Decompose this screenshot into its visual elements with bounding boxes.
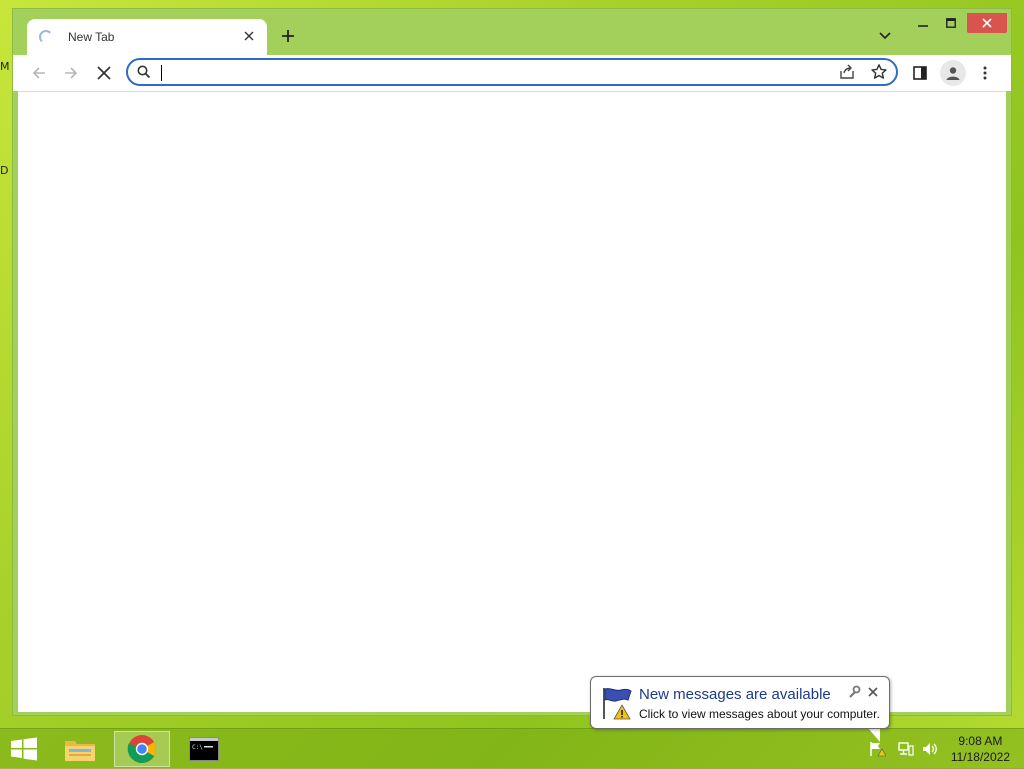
side-panel-button[interactable] [910, 63, 930, 83]
arrow-left-icon [32, 67, 45, 79]
svg-text:C:\: C:\ [192, 744, 203, 751]
tab-title: New Tab [68, 30, 115, 44]
desktop-icon-label-clipped: M [0, 60, 10, 73]
close-icon[interactable] [866, 685, 880, 699]
taskbar-chrome[interactable] [114, 731, 170, 767]
window-close-button[interactable] [967, 13, 1007, 33]
back-button[interactable] [29, 63, 49, 83]
new-tab-button[interactable] [277, 25, 299, 47]
taskbar-command-prompt[interactable]: C:\ [176, 731, 232, 767]
wrench-options-icon[interactable] [847, 685, 861, 699]
text-caret [161, 65, 162, 81]
tab-new-tab[interactable]: New Tab [27, 19, 267, 55]
maximize-icon [946, 18, 956, 28]
tab-close-button[interactable] [241, 28, 257, 44]
clock-date: 11/18/2022 [950, 750, 1010, 764]
chrome-icon [127, 735, 156, 763]
bookmark-star-icon[interactable] [870, 63, 888, 81]
terminal-icon: C:\ [189, 737, 219, 761]
browser-menu-button[interactable] [975, 63, 995, 83]
network-icon[interactable] [897, 741, 915, 757]
arrow-right-icon [65, 67, 78, 79]
address-bar[interactable] [126, 58, 898, 86]
profile-button[interactable] [940, 60, 966, 86]
notification-title: New messages are available [639, 686, 831, 703]
taskbar-file-explorer[interactable] [52, 731, 108, 767]
share-icon[interactable] [838, 63, 856, 81]
browser-window: New Tab [12, 8, 1012, 716]
maximize-button[interactable] [939, 13, 963, 33]
side-panel-icon [913, 66, 927, 80]
notification-text: Click to view messages about your comput… [639, 707, 880, 721]
close-icon [982, 18, 992, 28]
tab-search-button[interactable] [875, 26, 895, 46]
action-center-flag-icon [603, 688, 632, 720]
balloon-pointer [868, 728, 880, 742]
action-center-flag-warning-icon[interactable] [868, 741, 886, 757]
browser-toolbar [13, 55, 1011, 91]
close-icon [244, 31, 254, 41]
volume-icon[interactable] [921, 741, 939, 757]
forward-button[interactable] [61, 63, 81, 83]
search-icon [137, 65, 151, 79]
tab-strip: New Tab [13, 9, 1011, 55]
page-content[interactable] [18, 91, 1006, 712]
minimize-icon [918, 25, 928, 27]
stop-icon [97, 66, 111, 80]
start-button-windows-icon[interactable] [10, 737, 38, 761]
folder-icon [65, 741, 95, 761]
profile-avatar-icon [946, 67, 960, 80]
clock-time: 9:08 AM [958, 734, 1003, 748]
notification-balloon[interactable]: New messages are available Click to view… [590, 676, 890, 729]
system-clock[interactable]: 9:08 AM 11/18/2022 [951, 733, 1010, 765]
address-input[interactable] [160, 62, 800, 82]
chevron-down-icon [879, 32, 891, 40]
stop-loading-button[interactable] [94, 63, 114, 83]
minimize-button[interactable] [911, 13, 935, 33]
plus-icon [282, 30, 294, 42]
more-vertical-icon [983, 66, 987, 80]
loading-spinner-icon [39, 30, 53, 44]
desktop-icon-label-clipped: D [0, 164, 9, 177]
